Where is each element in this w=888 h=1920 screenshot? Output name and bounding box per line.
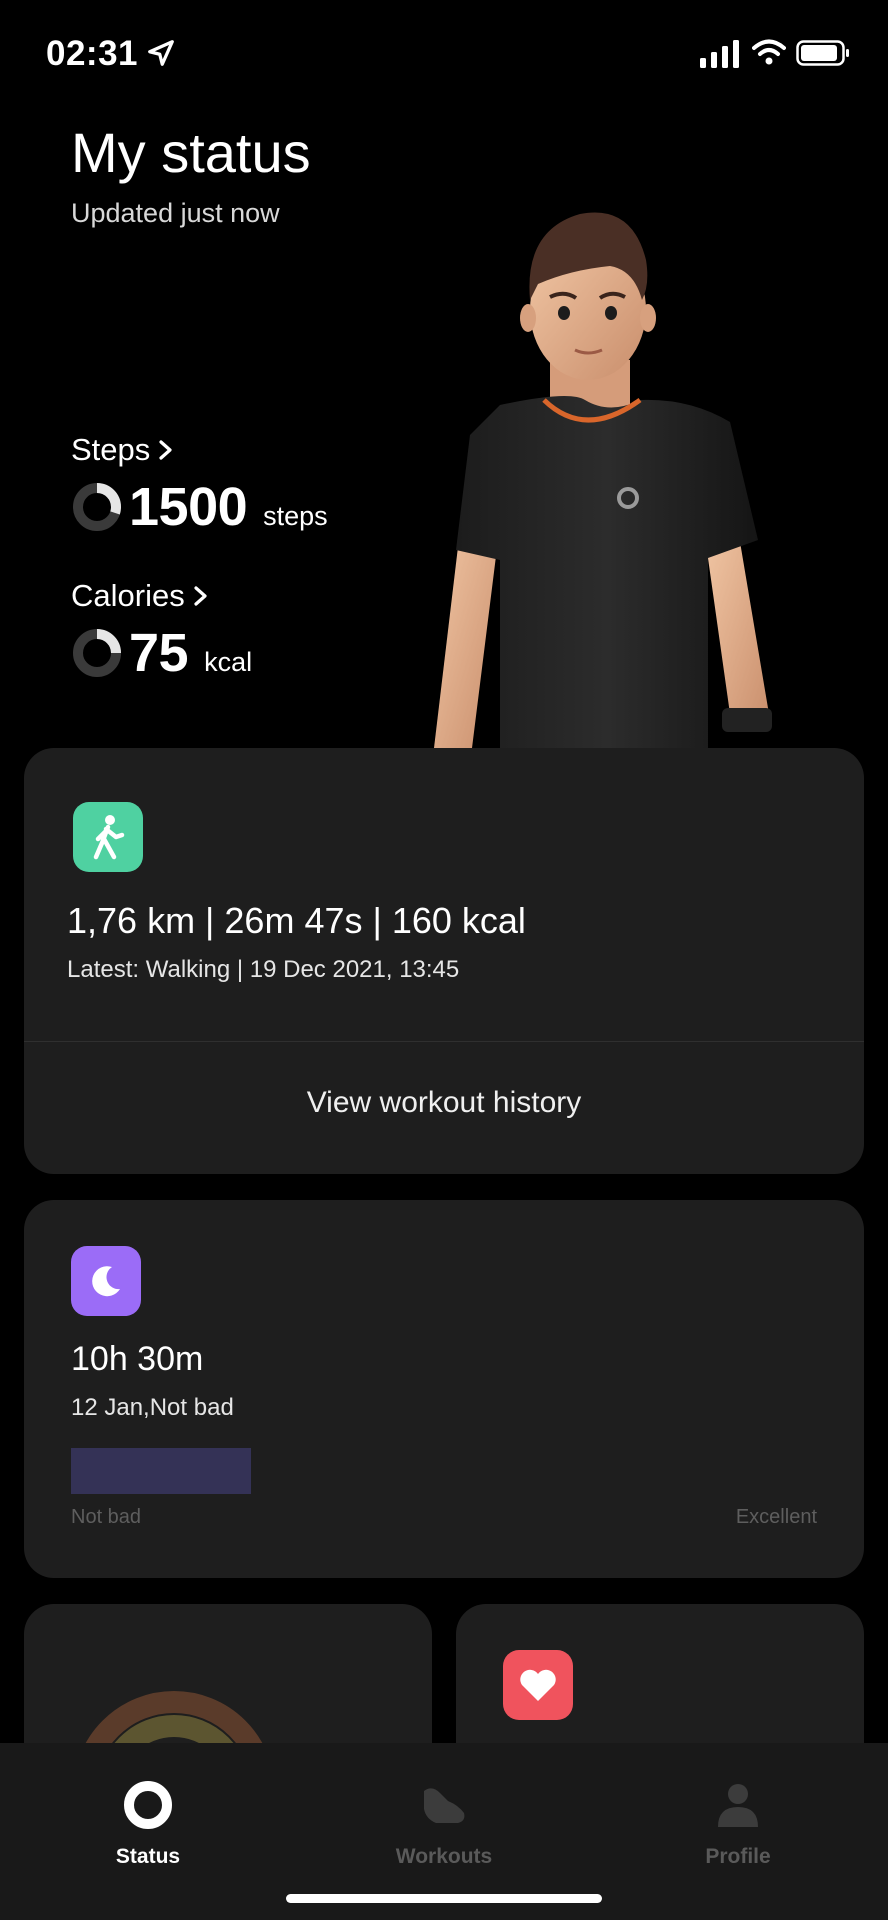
moon-icon: [71, 1246, 141, 1316]
page-title: My status: [71, 121, 311, 184]
sleep-scale-low: Not bad: [71, 1506, 142, 1528]
battery-icon: [796, 40, 849, 66]
workout-latest: Latest: Walking | 19 Dec 2021, 13:45: [67, 956, 460, 983]
tab-profile-label: Profile: [705, 1845, 771, 1868]
person-icon: [718, 1784, 758, 1827]
steps-unit: steps: [263, 501, 328, 531]
tab-workouts[interactable]: Workouts: [344, 1779, 544, 1869]
steps-progress-ring: [73, 483, 121, 531]
status-time: 02:31: [46, 34, 139, 73]
walking-icon: [73, 802, 143, 872]
workout-card[interactable]: 1,76 km | 26m 47s | 160 kcal Latest: Wal…: [24, 748, 864, 1174]
steps-metric: 1500 steps: [71, 476, 328, 538]
calories-label: Calories: [71, 578, 185, 613]
home-indicator: [286, 1894, 602, 1903]
tab-workouts-label: Workouts: [395, 1845, 493, 1868]
tab-status[interactable]: Status: [48, 1779, 248, 1869]
sleep-card[interactable]: 10h 30m 12 Jan,Not bad Not bad Excellent: [24, 1200, 864, 1578]
calories-progress-ring: [73, 629, 121, 677]
calories-value: 75: [129, 623, 189, 683]
calories-metric: 75 kcal: [71, 622, 252, 684]
chevron-right-icon: [194, 586, 207, 606]
sleep-quality-bar: [71, 1448, 251, 1494]
heart-icon: [503, 1650, 573, 1720]
tab-status-label: Status: [115, 1845, 181, 1868]
wifi-icon: [752, 39, 786, 65]
status-ring-icon: [124, 1781, 172, 1829]
steps-link[interactable]: Steps: [71, 432, 174, 468]
cellular-signal-icon: [700, 40, 739, 68]
view-workout-history-button[interactable]: View workout history: [24, 1086, 864, 1120]
calories-link[interactable]: Calories: [71, 578, 209, 614]
updated-status: Updated just now: [71, 198, 280, 228]
location-arrow-icon: [148, 40, 174, 66]
status-bar: 02:31: [0, 0, 888, 100]
shoe-icon: [424, 1788, 465, 1823]
tab-profile[interactable]: Profile: [638, 1779, 838, 1869]
avatar-figure: [434, 212, 772, 748]
card-divider: [24, 1041, 864, 1042]
sleep-subtitle: 12 Jan,Not bad: [71, 1394, 234, 1421]
workout-summary: 1,76 km | 26m 47s | 160 kcal: [67, 900, 526, 941]
sleep-duration: 10h 30m: [71, 1340, 204, 1378]
steps-label: Steps: [71, 432, 151, 467]
chevron-right-icon: [159, 440, 172, 460]
steps-value: 1500: [129, 477, 248, 537]
calories-unit: kcal: [204, 647, 253, 677]
sleep-scale-high: Excellent: [735, 1506, 817, 1528]
